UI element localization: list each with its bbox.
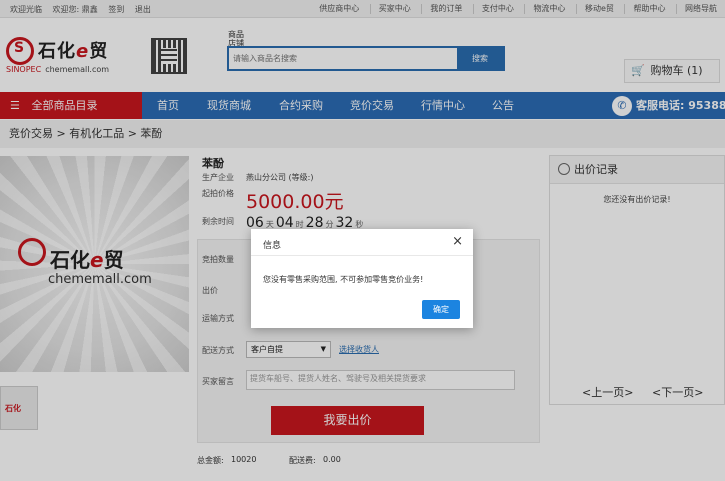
dialog-divider: [251, 255, 473, 256]
confirm-button[interactable]: 确定: [422, 300, 460, 319]
close-icon[interactable]: ×: [452, 234, 463, 249]
dialog-title: 信息: [263, 241, 282, 251]
dialog-message: 您没有零售采购范围, 不可参加零售竞价业务!: [263, 275, 424, 284]
info-dialog: 信息 × 您没有零售采购范围, 不可参加零售竞价业务! 确定: [251, 229, 473, 328]
page: 欢迎光临 欢迎您: 鼎鑫 签到 退出 供应商中心 买家中心 我的订单 支付中心 …: [0, 0, 725, 481]
